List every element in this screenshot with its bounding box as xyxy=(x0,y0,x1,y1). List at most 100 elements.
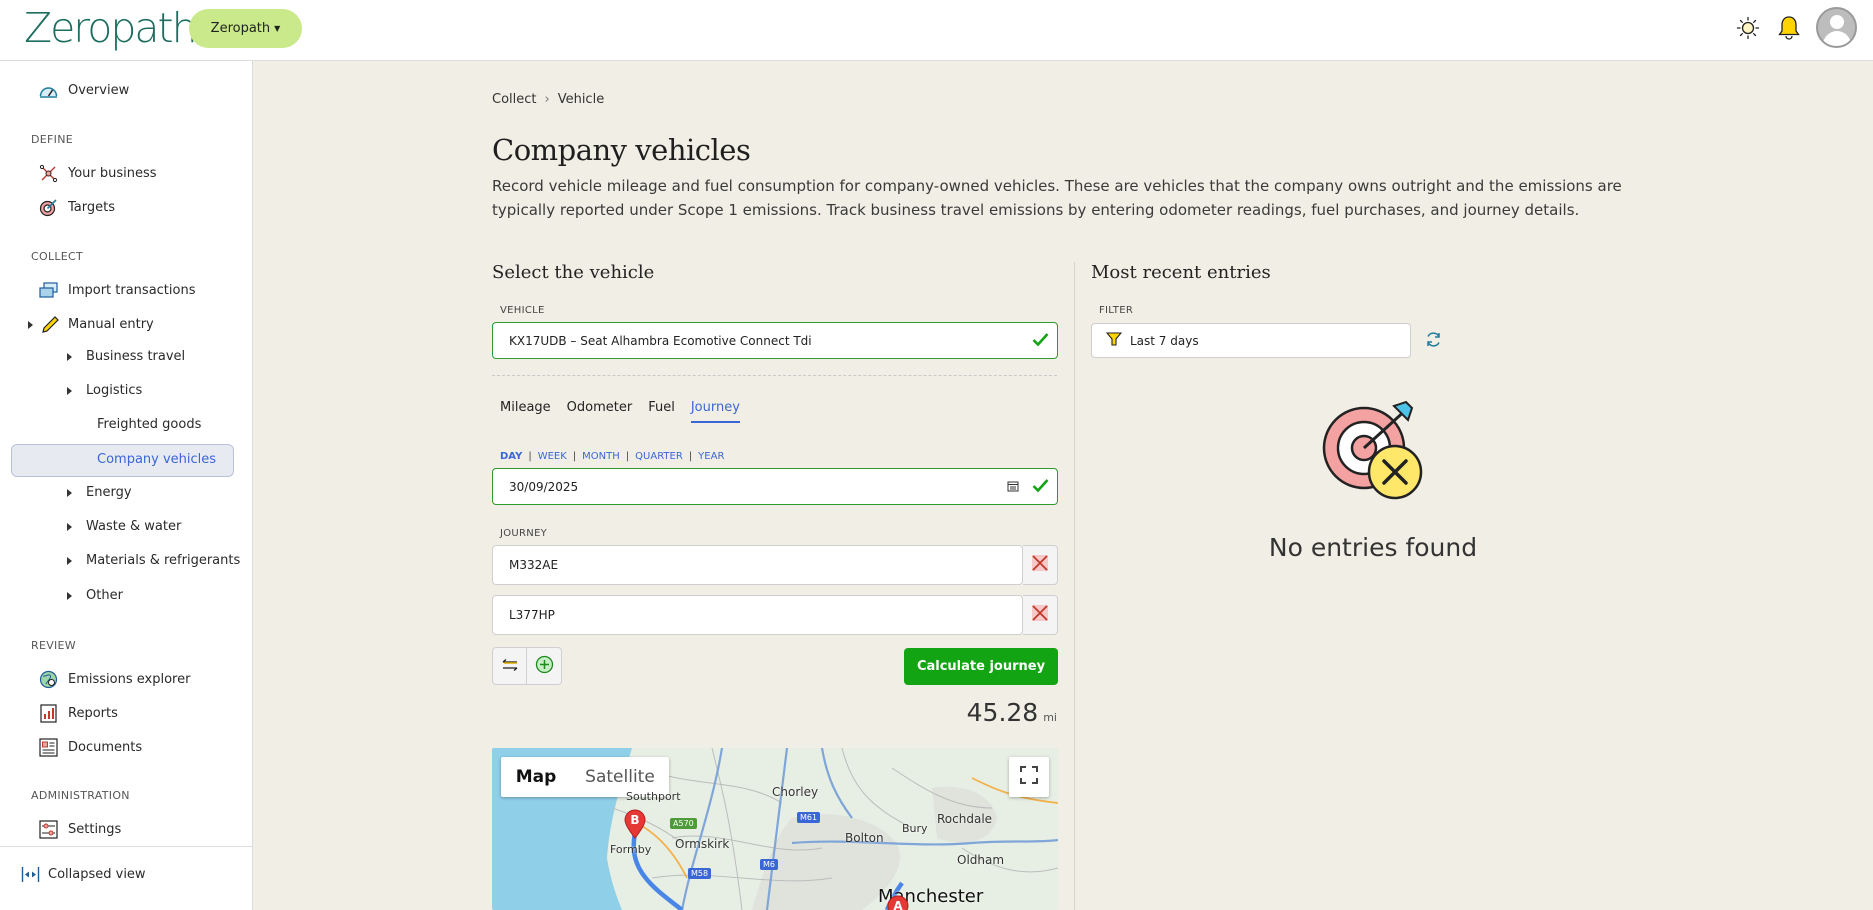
period-quarter[interactable]: QUARTER xyxy=(635,451,683,462)
swap-icon xyxy=(500,657,520,676)
target-icon xyxy=(39,198,58,217)
sidebar-item-business-travel[interactable]: Business travel xyxy=(67,349,185,364)
sidebar-label: Settings xyxy=(68,822,122,837)
remove-stop-1-button[interactable] xyxy=(1023,545,1058,585)
vehicle-value: KX17UDB – Seat Alhambra Ecomotive Connec… xyxy=(509,333,812,348)
road-badge: M6 xyxy=(760,859,778,870)
distance-value: 45.28 xyxy=(966,698,1039,727)
document-icon xyxy=(39,738,58,757)
sidebar-item-energy[interactable]: Energy xyxy=(67,485,132,500)
avatar[interactable] xyxy=(1816,7,1857,48)
section-administration: ADMINISTRATION xyxy=(31,789,130,802)
sidebar-item-emissions-explorer[interactable]: Emissions explorer xyxy=(39,670,190,689)
refresh-icon[interactable] xyxy=(1425,331,1442,352)
sidebar-item-reports[interactable]: Reports xyxy=(39,704,118,723)
remove-stop-2-button[interactable] xyxy=(1023,595,1058,635)
calendar-icon[interactable] xyxy=(1007,480,1019,495)
map-place: Oldham xyxy=(957,853,1005,867)
report-icon xyxy=(39,704,58,723)
sidebar-item-overview[interactable]: Overview xyxy=(39,81,129,100)
organisation-dropdown[interactable]: Zeropath ▼ xyxy=(189,9,302,48)
filter-label: FILTER xyxy=(1099,305,1134,316)
marker-b[interactable]: B xyxy=(623,809,647,839)
filter-value: Last 7 days xyxy=(1130,333,1199,348)
swap-stops-button[interactable] xyxy=(492,647,527,685)
date-value: 30/09/2025 xyxy=(509,479,579,494)
journey-stop-2-input[interactable]: L377HP xyxy=(492,595,1023,635)
sun-icon[interactable] xyxy=(1733,13,1763,43)
add-stop-button[interactable] xyxy=(527,647,562,685)
period-month[interactable]: MONTH xyxy=(582,451,620,462)
sidebar-label: Materials & refrigerants xyxy=(86,553,241,568)
stack-icon xyxy=(39,281,58,300)
sidebar-label: Emissions explorer xyxy=(68,672,191,687)
map-place: Bury xyxy=(902,822,928,835)
sidebar-item-import-transactions[interactable]: Import transactions xyxy=(39,281,196,300)
settings-icon xyxy=(39,820,58,839)
bell-icon[interactable] xyxy=(1774,13,1804,43)
tab-odometer[interactable]: Odometer xyxy=(567,400,633,423)
tab-journey[interactable]: Journey xyxy=(690,400,740,423)
marker-b-label: B xyxy=(630,813,640,827)
page-title: Company vehicles xyxy=(492,133,751,167)
period-day[interactable]: DAY xyxy=(500,451,522,462)
organisation-label: Zeropath xyxy=(210,21,271,36)
breadcrumb-vehicle: Vehicle xyxy=(557,92,605,107)
sidebar-item-your-business[interactable]: Your business xyxy=(39,164,157,183)
sidebar-item-targets[interactable]: Targets xyxy=(39,198,115,217)
sidebar-item-manual-entry[interactable]: Manual entry xyxy=(28,315,154,334)
gauge-icon xyxy=(39,81,58,100)
sidebar-item-freighted-goods[interactable]: Freighted goods xyxy=(97,417,201,432)
sidebar-label: Reports xyxy=(68,706,118,721)
remove-icon xyxy=(1030,603,1050,627)
sidebar-label: Freighted goods xyxy=(97,417,202,432)
date-field[interactable]: 30/09/2025 xyxy=(492,468,1058,505)
globe-icon xyxy=(39,670,58,689)
period-year[interactable]: YEAR xyxy=(698,451,724,462)
period-selector: DAY | WEEK | MONTH | QUARTER | YEAR xyxy=(500,451,725,462)
date-filter-select[interactable]: Last 7 days xyxy=(1091,323,1411,358)
sidebar-item-other[interactable]: Other xyxy=(67,588,123,603)
column-divider xyxy=(1074,262,1075,910)
network-icon xyxy=(39,164,58,183)
map-place: Rochdale xyxy=(937,812,993,826)
caret-right-icon xyxy=(67,386,72,395)
sidebar-item-settings[interactable]: Settings xyxy=(39,820,121,839)
period-week[interactable]: WEEK xyxy=(538,451,567,462)
sidebar-item-logistics[interactable]: Logistics xyxy=(67,383,142,398)
sidebar-label: Your business xyxy=(68,166,157,181)
sidebar-item-materials-refrigerants[interactable]: Materials & refrigerants xyxy=(67,553,240,568)
distance-unit: mi xyxy=(1043,711,1057,724)
section-review: REVIEW xyxy=(31,639,76,652)
check-icon xyxy=(1032,478,1049,495)
collapsed-view-label: Collapsed view xyxy=(48,867,146,882)
breadcrumb-collect[interactable]: Collect xyxy=(492,92,537,107)
journey-stop-1-input[interactable]: M332AE xyxy=(492,545,1023,585)
caret-right-icon xyxy=(67,352,72,361)
journey-stop-1-value: M332AE xyxy=(509,558,559,572)
map-place: Formby xyxy=(610,843,652,856)
tab-mileage[interactable]: Mileage xyxy=(500,400,551,423)
sidebar-item-company-vehicles[interactable]: Company vehicles xyxy=(97,452,216,467)
sidebar-label: Business travel xyxy=(86,349,186,364)
marker-a[interactable]: A xyxy=(886,895,910,910)
sidebar-label: Logistics xyxy=(86,383,143,398)
collapse-icon xyxy=(21,865,40,884)
sidebar-label: Manual entry xyxy=(68,317,154,332)
collapsed-view-toggle[interactable]: Collapsed view xyxy=(21,865,146,884)
marker-a-label: A xyxy=(893,899,903,910)
sidebar-label: Import transactions xyxy=(68,283,196,298)
logo[interactable]: Zeropath xyxy=(24,4,198,52)
map-view-button[interactable]: Map xyxy=(501,757,571,797)
sidebar-item-waste-water[interactable]: Waste & water xyxy=(67,519,181,534)
sidebar-item-documents[interactable]: Documents xyxy=(39,738,142,757)
vehicle-select[interactable]: KX17UDB – Seat Alhambra Ecomotive Connec… xyxy=(492,322,1058,359)
calculate-journey-button[interactable]: Calculate journey xyxy=(904,648,1058,685)
journey-map[interactable]: Map Satellite Southport Chorley Rochdale… xyxy=(492,748,1058,910)
sidebar-label: Overview xyxy=(68,83,130,98)
fullscreen-button[interactable] xyxy=(1009,757,1049,797)
road-badge: M61 xyxy=(797,812,821,823)
sidebar-label: Company vehicles xyxy=(97,452,217,467)
sidebar-label: Energy xyxy=(86,485,132,500)
tab-fuel[interactable]: Fuel xyxy=(648,400,675,423)
